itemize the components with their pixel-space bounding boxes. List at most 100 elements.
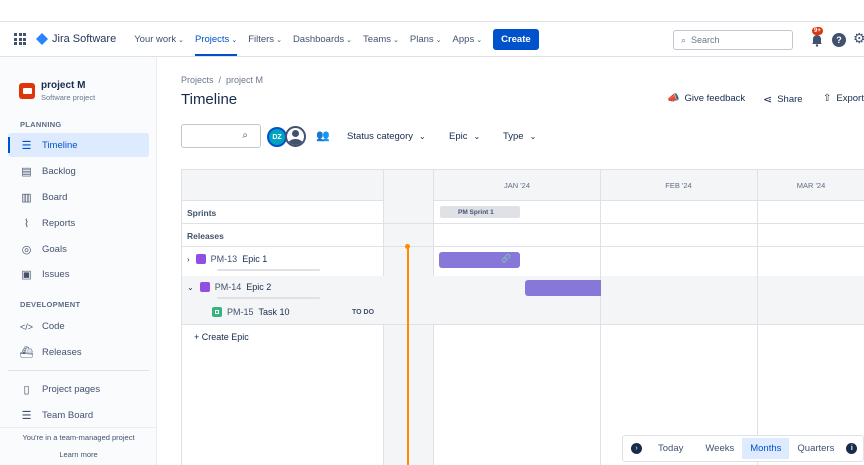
settings-gear-icon[interactable]: ⚙ <box>853 30 864 47</box>
chevron-right-icon[interactable]: › <box>187 255 190 264</box>
share-button[interactable]: ⋖ Share <box>763 93 803 106</box>
quarters-button[interactable]: Quarters <box>789 438 842 459</box>
search-input[interactable]: ⌕ Search <box>673 30 793 50</box>
app-switcher-icon[interactable] <box>14 33 26 45</box>
sidebar-item-issues[interactable]: ▣ Issues <box>20 268 69 281</box>
epic-icon <box>199 282 210 292</box>
sidebar-item-label: Issues <box>42 269 70 280</box>
sidebar-item-project-pages[interactable]: ▯ Project pages <box>20 383 100 396</box>
epic-row[interactable]: › PM-13 Epic 1 <box>187 254 267 264</box>
nav-teams[interactable]: Teams ⌄ <box>363 34 399 45</box>
reports-chart-icon: ⌇ <box>23 218 30 230</box>
sidebar-item-goals[interactable]: ◎ Goals <box>20 243 67 256</box>
project-name[interactable]: project M <box>41 80 85 91</box>
nav-projects[interactable]: Projects ⌄ <box>194 33 238 56</box>
sidebar-item-code[interactable]: </> Code <box>20 320 65 333</box>
months-button[interactable]: Months <box>742 438 790 459</box>
issue-key[interactable]: PM-14 <box>215 282 242 292</box>
page-title: Timeline <box>181 91 238 108</box>
timeline-grid: JAN '24 FEB '24 MAR '24 Sprints PM Sprin… <box>181 169 864 465</box>
type-filter-label: Type <box>503 131 524 142</box>
sprint-name: PM Sprint 1 <box>458 208 494 216</box>
sidebar-item-board[interactable]: ▥ Board <box>20 191 67 204</box>
planning-heading: PLANNING <box>20 120 62 129</box>
weeks-button[interactable]: Weeks <box>697 438 742 459</box>
epic-1-bar[interactable]: 🔗 <box>439 252 520 268</box>
task-icon <box>212 307 222 317</box>
nav-projects-label: Projects <box>194 33 230 45</box>
chevron-down-icon[interactable]: ⌄ <box>187 283 194 292</box>
epic-row[interactable]: ⌄ PM-14 Epic 2 <box>187 282 271 292</box>
breadcrumb-projects[interactable]: Projects <box>181 75 214 85</box>
releases-label: Releases <box>187 231 224 241</box>
goals-target-icon: ◎ <box>21 244 32 256</box>
sidebar-item-reports[interactable]: ⌇ Reports <box>20 217 75 230</box>
sidebar-item-releases[interactable]: ⛴ Releases <box>20 346 82 359</box>
add-people-icon[interactable]: 👥 <box>316 129 330 142</box>
task-row[interactable]: PM-15 Task 10 <box>212 307 290 317</box>
search-placeholder: Search <box>691 35 720 45</box>
month-label: FEB '24 <box>665 181 692 190</box>
share-icon: ⋖ <box>763 94 773 106</box>
export-button[interactable]: ⇧ Export <box>823 93 864 104</box>
create-epic-button[interactable]: + Create Epic <box>194 332 249 342</box>
today-button[interactable]: Today <box>650 438 691 459</box>
issue-key[interactable]: PM-13 <box>211 254 238 264</box>
jira-logo[interactable]: Jira Software <box>36 33 116 45</box>
releases-ship-icon: ⛴ <box>19 347 34 359</box>
nav-filters[interactable]: Filters ⌄ <box>248 34 282 45</box>
nav-plans-label: Plans <box>409 33 434 45</box>
sidebar-divider <box>8 370 149 371</box>
epic-2-bar[interactable] <box>525 280 601 296</box>
nav-apps[interactable]: Apps ⌄ <box>453 34 483 45</box>
briefcase-icon <box>22 88 32 94</box>
timeline-icon: ☰ <box>21 140 32 152</box>
sidebar-item-label: Reports <box>42 218 76 229</box>
chevron-down-icon: ⌄ <box>473 132 481 141</box>
help-icon[interactable]: ? <box>832 33 846 47</box>
nav-dashboards[interactable]: Dashboards ⌄ <box>293 34 352 45</box>
project-avatar[interactable] <box>19 83 35 99</box>
product-name: Jira Software <box>52 33 117 45</box>
epic-filter[interactable]: Epic ⌄ <box>449 131 480 142</box>
row-divider <box>182 223 864 224</box>
link-icon: 🔗 <box>501 254 511 263</box>
issue-key[interactable]: PM-15 <box>227 307 254 317</box>
chevron-down-icon: ⌄ <box>419 132 426 141</box>
nav-plans[interactable]: Plans ⌄ <box>410 34 442 45</box>
export-label: Export <box>836 93 864 104</box>
nav-filters-label: Filters <box>248 33 275 45</box>
status-category-filter[interactable]: Status category ⌄ <box>347 131 426 142</box>
sidebar-item-team-board[interactable]: ☰ Team Board <box>20 409 94 422</box>
timeline-search-input[interactable]: ⌕ <box>181 124 261 148</box>
info-icon[interactable]: i <box>846 443 858 454</box>
chevron-down-icon: ⌄ <box>346 36 353 44</box>
type-filter[interactable]: Type ⌄ <box>503 131 536 142</box>
month-label: JAN '24 <box>503 181 531 190</box>
sprints-label: Sprints <box>187 208 217 218</box>
sidebar-item-timeline[interactable]: ☰ Timeline <box>20 139 78 152</box>
collapse-panel-icon[interactable]: › <box>631 443 642 454</box>
unassigned-avatar-icon[interactable] <box>285 126 306 147</box>
project-sidebar: project M Software project PLANNING ☰ Ti… <box>0 57 157 465</box>
sidebar-item-backlog[interactable]: ▤ Backlog <box>20 165 76 178</box>
export-icon: ⇧ <box>823 93 832 104</box>
chevron-down-icon: ⌄ <box>178 36 184 44</box>
sidebar-item-label: Board <box>42 192 68 203</box>
create-button[interactable]: Create <box>493 28 539 50</box>
give-feedback-button[interactable]: 📣 Give feedback <box>667 93 745 104</box>
chevron-down-icon: ⌄ <box>435 36 442 44</box>
browser-top-strip <box>0 0 864 22</box>
jira-diamond-icon <box>36 33 48 45</box>
sidebar-item-label: Goals <box>42 244 67 255</box>
bell-icon <box>812 35 822 47</box>
avatar[interactable]: DZ <box>267 127 287 147</box>
breadcrumb-project[interactable]: project M <box>226 75 263 85</box>
notifications-icon[interactable]: 9+ <box>810 27 824 47</box>
sprint-bar[interactable]: PM Sprint 1 <box>440 206 520 218</box>
search-icon: ⌕ <box>681 34 687 45</box>
status-badge[interactable]: TO DO <box>352 309 374 316</box>
learn-more-link[interactable]: Learn more <box>0 450 157 459</box>
nav-your-work[interactable]: Your work ⌄ <box>134 34 184 45</box>
month-divider <box>757 170 758 465</box>
